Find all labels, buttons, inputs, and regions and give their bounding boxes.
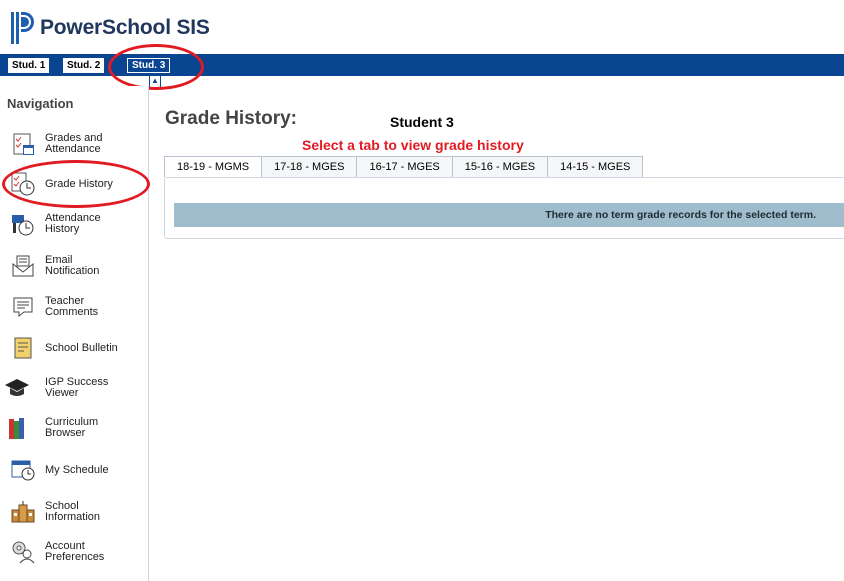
grades-attendance-icon — [8, 129, 38, 159]
collapse-arrow-icon[interactable]: ▲ — [149, 75, 161, 88]
teacher-comments-icon — [8, 292, 38, 322]
tab-term-14-15[interactable]: 14-15 - MGES — [547, 156, 644, 177]
student-tab-1[interactable]: Stud. 1 — [8, 58, 50, 73]
sidebar-item-label: Browser — [45, 427, 86, 439]
tab-term-16-17[interactable]: 16-17 - MGES — [356, 156, 453, 177]
books-icon — [2, 413, 32, 443]
sidebar-item-label: Grade History — [45, 177, 113, 190]
powerschool-logo: PowerSchool SIS — [10, 10, 210, 46]
graduation-cap-icon — [2, 373, 32, 403]
grade-history-icon — [8, 169, 38, 199]
school-building-icon — [8, 497, 38, 527]
student-tab-3[interactable]: Stud. 3 — [127, 58, 171, 73]
nav-heading: Navigation — [7, 96, 74, 111]
sidebar-item-curriculum-browser[interactable]: Curriculum Browser — [2, 410, 138, 446]
student-tab-2[interactable]: Stud. 2 — [63, 58, 105, 73]
sidebar-item-label: Attendance — [45, 143, 101, 155]
sidebar-item-label: Viewer — [45, 387, 79, 399]
sidebar-item-my-schedule[interactable]: My Schedule — [8, 452, 144, 488]
tab-term-17-18[interactable]: 17-18 - MGES — [261, 156, 358, 177]
sidebar-item-school-bulletin[interactable]: School Bulletin — [8, 330, 144, 366]
email-notification-icon — [8, 251, 38, 281]
account-preferences-icon — [8, 537, 38, 567]
sidebar-item-grades-attendance[interactable]: Grades and Attendance — [8, 126, 144, 162]
sidebar-item-school-information[interactable]: School Information — [8, 494, 144, 530]
powerschool-logo-icon — [11, 12, 34, 44]
grade-history-panel: There are no term grade records for the … — [164, 177, 844, 239]
instruction-annotation: Select a tab to view grade history — [302, 137, 524, 153]
app-title: PowerSchool SIS — [40, 16, 210, 39]
empty-state-message: There are no term grade records for the … — [174, 203, 844, 227]
school-bulletin-icon — [8, 333, 38, 363]
sidebar-item-teacher-comments[interactable]: Teacher Comments — [8, 289, 144, 325]
sidebar-item-igp-success-viewer[interactable]: IGP Success Viewer — [2, 370, 138, 406]
page-title: Grade History: — [165, 108, 297, 129]
schedule-icon — [8, 455, 38, 485]
sidebar-item-account-preferences[interactable]: Account Preferences — [8, 534, 144, 570]
sidebar-item-label: Information — [45, 511, 101, 523]
sidebar-item-label: Notification — [45, 265, 100, 277]
sidebar-item-label: Preferences — [45, 551, 105, 563]
sidebar-item-email-notification[interactable]: Email Notification — [8, 248, 144, 284]
student-name: Student 3 — [390, 114, 454, 130]
sidebar-item-label: School Bulletin — [45, 341, 118, 354]
attendance-history-icon — [8, 209, 38, 239]
sidebar-item-attendance-history[interactable]: Attendance History — [8, 206, 144, 242]
tab-term-18-19[interactable]: 18-19 - MGMS — [164, 156, 263, 177]
sidebar: Navigation Grades and Attendance Grade Hi… — [0, 86, 149, 581]
sidebar-item-label: My Schedule — [45, 463, 109, 476]
sidebar-item-grade-history[interactable]: Grade History — [8, 166, 144, 202]
tab-term-15-16[interactable]: 15-16 - MGES — [451, 156, 549, 177]
sidebar-item-label: Comments — [45, 306, 99, 318]
sidebar-item-label: History — [45, 223, 80, 235]
term-tabs: 18-19 - MGMS 17-18 - MGES 16-17 - MGES 1… — [164, 156, 644, 178]
